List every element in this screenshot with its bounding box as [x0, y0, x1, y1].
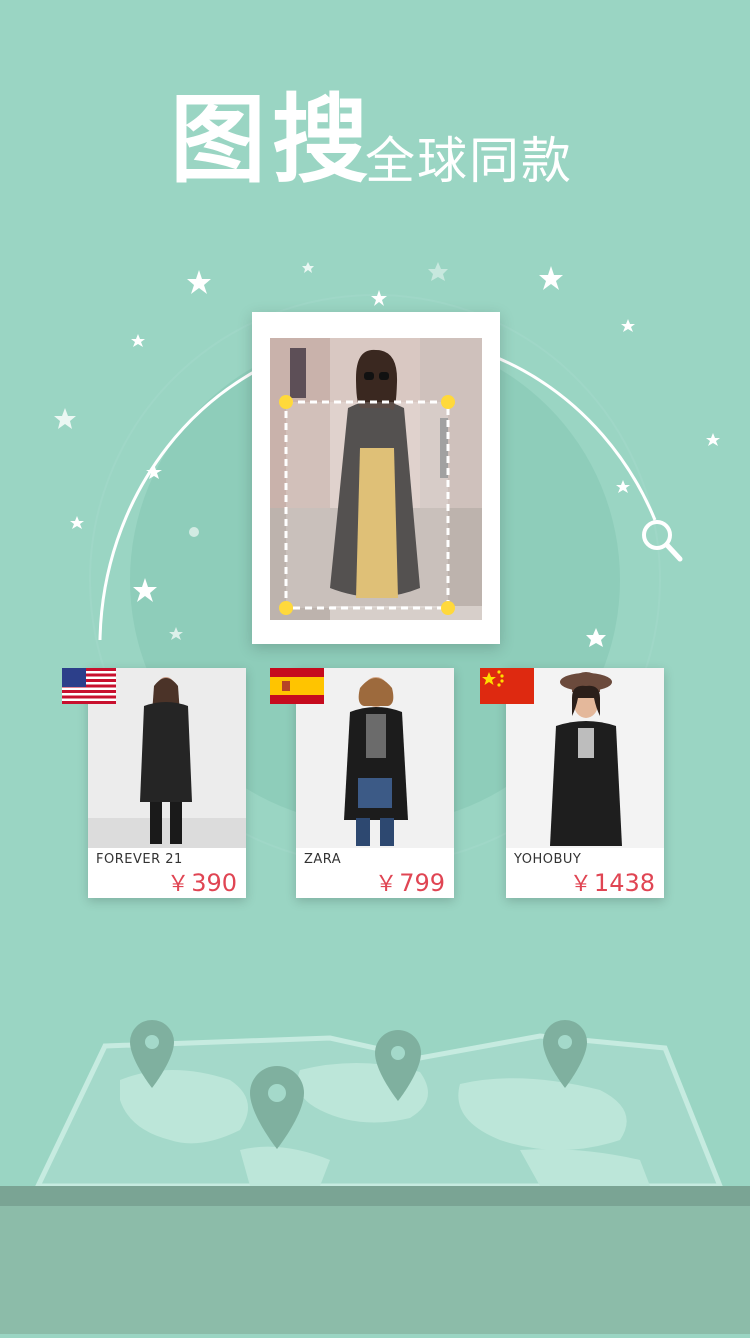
dot — [189, 527, 199, 537]
star-icon — [54, 408, 76, 429]
world-map — [0, 1000, 750, 1334]
usa-flag-icon — [62, 668, 116, 704]
scan-handle — [279, 601, 293, 615]
brand-name: YOHOBUY — [514, 852, 582, 867]
world-map-illustration — [0, 1020, 750, 1334]
headline-sub: 全球同款 — [365, 132, 573, 190]
star-icon — [539, 266, 563, 290]
price-value: 1438 — [593, 869, 655, 897]
price-symbol: ￥ — [375, 872, 398, 897]
star-icon — [371, 290, 387, 306]
headline-main: 图搜 — [170, 84, 374, 196]
scan-handle — [279, 395, 293, 409]
price: ￥390 — [167, 866, 237, 898]
scan-handle — [441, 395, 455, 409]
star-icon — [131, 334, 145, 347]
star-icon — [302, 262, 314, 273]
star-icon — [187, 270, 211, 294]
star-icon — [616, 480, 630, 493]
price: ￥799 — [375, 866, 445, 898]
star-icon — [621, 319, 635, 332]
price-value: 799 — [399, 869, 445, 897]
brand-name: ZARA — [304, 852, 342, 867]
scan-handle — [441, 601, 455, 615]
magnifier-icon[interactable] — [640, 518, 684, 564]
brand-name: FOREVER 21 — [96, 852, 183, 867]
source-photo-card[interactable] — [252, 312, 500, 644]
star-icon — [706, 433, 720, 446]
scan-frame-icon[interactable] — [252, 312, 500, 644]
price-symbol: ￥ — [569, 872, 592, 897]
price: ￥1438 — [570, 866, 655, 898]
headline: 图搜 全球同款 — [0, 80, 750, 210]
spain-flag-icon — [270, 668, 324, 704]
star-icon — [70, 516, 84, 529]
price-symbol: ￥ — [167, 872, 190, 897]
china-flag-icon — [480, 668, 534, 704]
star-icon — [428, 262, 448, 281]
price-value: 390 — [191, 869, 237, 897]
